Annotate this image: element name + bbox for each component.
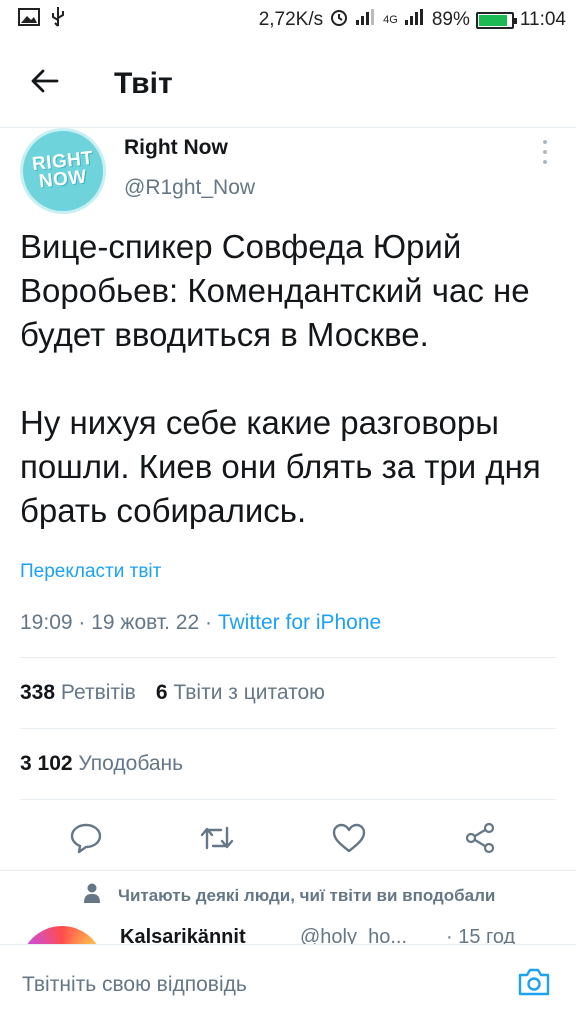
reply-time: · 15 год	[446, 926, 516, 944]
retweets-stat[interactable]: 338 Ретвітів	[20, 681, 136, 705]
alarm-icon	[329, 7, 349, 33]
reply-icon	[69, 822, 103, 859]
battery-percent: 89%	[431, 9, 470, 30]
retweets-label: Ретвітів	[60, 681, 136, 704]
social-context-text: Читають деякі люди, чиї твіти ви вподоба…	[118, 885, 496, 905]
battery-icon	[475, 11, 517, 29]
retweets-count: 338	[20, 681, 56, 704]
tweet-detail: RIGHT NOW Right Now @R1ght_Now Вице-спик…	[0, 128, 576, 880]
usb-icon	[50, 6, 66, 34]
likes-count: 3 102	[20, 752, 73, 775]
image-icon	[18, 8, 40, 32]
back-button[interactable]	[18, 57, 72, 111]
reply-button[interactable]	[64, 818, 108, 862]
likes-label: Уподобань	[78, 752, 184, 775]
page-title: Твіт	[114, 66, 173, 100]
translate-tweet-link[interactable]: Перекласти твіт	[20, 561, 576, 583]
likes-stat[interactable]: 3 102 Уподобань	[20, 752, 183, 776]
retweet-button[interactable]	[195, 818, 239, 862]
camera-icon	[517, 967, 551, 1002]
reply-avatar[interactable]	[20, 926, 104, 944]
avatar-text-line2: NOW	[38, 166, 88, 193]
social-context-note: Читають деякі люди, чиї твіти ви вподоба…	[0, 870, 576, 920]
share-icon	[464, 822, 496, 859]
reply-author-name[interactable]: Kalsarikännit	[120, 926, 246, 944]
tweet-text: Вице-спикер Совфеда Юрий Воробьев: Комен…	[20, 228, 541, 529]
reply-composer-bar: Твітніть свою відповідь	[0, 944, 576, 1024]
tweet-author: RIGHT NOW Right Now @R1ght_Now	[0, 128, 576, 220]
person-icon	[84, 883, 100, 908]
arrow-left-icon	[31, 69, 59, 98]
top-app-bar: Твіт	[0, 40, 576, 128]
tweet-meta: 19:09 · 19 жовт. 22 · Twitter for iPhone	[20, 611, 576, 635]
status-bar: 2,72K/s 4G 89% 11:04	[0, 0, 576, 40]
share-button[interactable]	[458, 818, 502, 862]
net-type: 4G	[383, 14, 398, 26]
author-handle[interactable]: @R1ght_Now	[124, 176, 255, 200]
quotes-label: Твіти з цитатою	[173, 681, 325, 704]
retweet-icon	[199, 824, 235, 857]
likes-stats-row: 3 102 Уподобань	[0, 729, 576, 799]
quotes-stat[interactable]: 6 Твіти з цитатою	[156, 681, 325, 705]
author-name[interactable]: Right Now	[124, 136, 228, 160]
like-icon	[332, 823, 366, 858]
tweet-actions	[0, 800, 576, 880]
like-button[interactable]	[327, 818, 371, 862]
reply-input[interactable]: Твітніть свою відповідь	[22, 973, 247, 997]
more-options-icon[interactable]	[540, 140, 550, 164]
reply-author-handle: @holy_ho...	[300, 926, 408, 944]
clock: 11:04	[519, 9, 566, 30]
quotes-count: 6	[155, 681, 168, 704]
avatar[interactable]: RIGHT NOW	[20, 128, 106, 214]
tweet-timestamp: 19:09 · 19 жовт. 22 ·	[20, 611, 218, 634]
net-speed: 2,72K/s	[258, 9, 324, 30]
camera-button[interactable]	[512, 963, 556, 1007]
retweet-stats-row: 338 Ретвітів 6 Твіти з цитатою	[0, 658, 576, 728]
reply-tweet-preview[interactable]: Kalsarikännit @holy_ho... · 15 год	[0, 920, 576, 944]
signal-4g-icon	[404, 8, 426, 32]
tweet-source-link[interactable]: Twitter for iPhone	[218, 611, 381, 634]
signal-icon	[355, 8, 377, 32]
